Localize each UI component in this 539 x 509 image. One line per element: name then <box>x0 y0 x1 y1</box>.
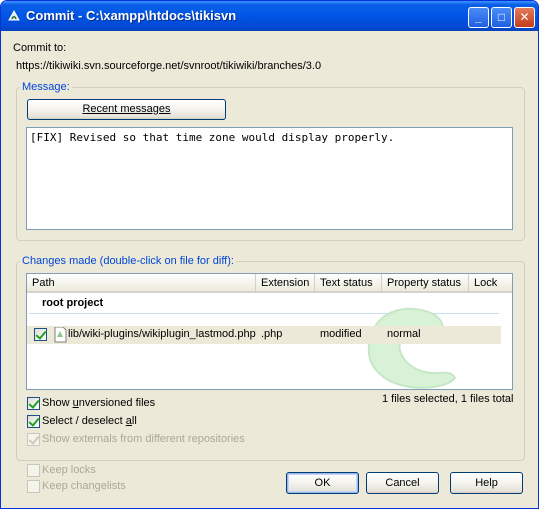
minimize-button[interactable]: _ <box>468 7 489 28</box>
commit-url: https://tikiwiki.svn.sourceforge.net/svn… <box>16 60 322 72</box>
files-summary: 1 files selected, 1 files total <box>382 393 514 405</box>
changes-listview[interactable]: Path Extension Text status Property stat… <box>26 273 513 390</box>
keep-changelists-label: Keep changelists <box>42 480 126 492</box>
group-header-root-project: root project <box>42 297 104 309</box>
column-header-path[interactable]: Path <box>27 274 256 293</box>
select-all-label[interactable]: Select / deselect all <box>42 415 137 427</box>
recent-messages-button[interactable]: Recent messages <box>27 99 226 120</box>
recent-messages-button-label: Recent messages <box>82 103 171 115</box>
commit-dialog: Commit - C:\xampp\htdocs\tikisvn _ □ ✕ C… <box>0 0 539 509</box>
table-row[interactable]: lib/wiki-plugins/wikiplugin_lastmod.php … <box>27 326 501 344</box>
window-title: Commit - C:\xampp\htdocs\tikisvn <box>26 8 237 23</box>
column-header-text-status[interactable]: Text status <box>315 274 382 293</box>
row-property-status: normal <box>387 328 421 340</box>
close-button[interactable]: ✕ <box>514 7 535 28</box>
changes-group-title: Changes made (double-click on file for d… <box>20 255 236 267</box>
cancel-button[interactable]: Cancel <box>366 472 439 494</box>
select-all-checkbox[interactable] <box>27 415 40 428</box>
php-file-icon <box>54 326 67 346</box>
maximize-button[interactable]: □ <box>491 7 512 28</box>
row-extension: .php <box>261 328 283 340</box>
ok-button[interactable]: OK <box>286 472 359 494</box>
row-text-status: modified <box>320 328 362 340</box>
row-path: lib/wiki-plugins/wikiplugin_lastmod.php <box>68 328 256 340</box>
row-checkbox[interactable] <box>34 328 47 341</box>
show-unversioned-checkbox[interactable] <box>27 397 40 410</box>
show-externals-label: Show externals from different repositori… <box>42 433 245 445</box>
help-button[interactable]: Help <box>450 472 523 494</box>
tortoisesvn-app-icon <box>6 8 22 24</box>
column-header-lock[interactable]: Lock <box>469 274 512 293</box>
show-externals-checkbox[interactable] <box>27 433 40 446</box>
column-header-extension[interactable]: Extension <box>256 274 315 293</box>
message-textarea[interactable]: [FIX] Revised so that time zone would di… <box>26 127 513 230</box>
commit-to-label: Commit to: <box>13 42 67 54</box>
title-bar[interactable]: Commit - C:\xampp\htdocs\tikisvn _ □ ✕ <box>1 1 538 31</box>
tortoisesvn-watermark-icon <box>367 307 457 389</box>
message-group-title: Message: <box>20 81 72 93</box>
keep-changelists-checkbox[interactable] <box>27 480 40 493</box>
column-header-property-status[interactable]: Property status <box>382 274 469 293</box>
show-unversioned-label[interactable]: Show unversioned files <box>42 397 155 409</box>
keep-locks-checkbox[interactable] <box>27 464 40 477</box>
keep-locks-label: Keep locks <box>42 464 96 476</box>
